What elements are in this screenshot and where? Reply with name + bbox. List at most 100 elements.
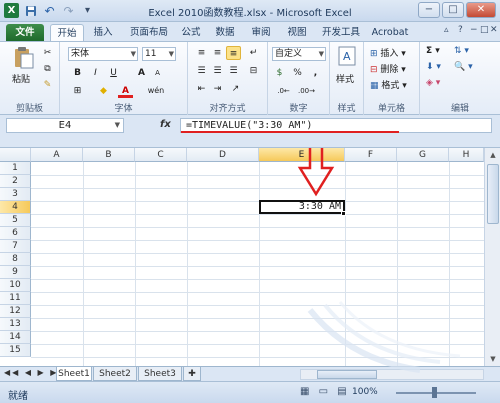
insert-sheet-icon[interactable]: ✚ bbox=[183, 367, 201, 381]
tab-file[interactable]: 文件 bbox=[6, 24, 44, 41]
row-header-1[interactable]: 1 bbox=[0, 162, 31, 175]
merge-cells-icon[interactable]: ⊟ bbox=[246, 64, 261, 78]
vertical-scrollbar[interactable]: ▲ ▼ bbox=[484, 148, 500, 366]
bold-button[interactable]: B bbox=[70, 66, 85, 80]
paste-button[interactable]: 粘贴 bbox=[12, 72, 30, 85]
scroll-down-icon[interactable]: ▼ bbox=[485, 352, 500, 366]
underline-button[interactable]: U bbox=[106, 66, 121, 80]
tab-view[interactable]: 视图 bbox=[282, 24, 312, 41]
column-header-d[interactable]: D bbox=[187, 148, 259, 162]
row-header-3[interactable]: 3 bbox=[0, 188, 31, 201]
vertical-scroll-thumb[interactable] bbox=[487, 164, 499, 224]
cut-icon[interactable]: ✂ bbox=[40, 46, 55, 60]
tab-acrobat[interactable]: Acrobat bbox=[368, 24, 412, 41]
format-cells-button[interactable]: ▦ 格式 ▾ bbox=[370, 78, 407, 91]
fill-handle[interactable] bbox=[341, 211, 346, 216]
grow-font-button[interactable]: A bbox=[134, 66, 149, 80]
active-cell-e4[interactable]: 3:30 AM bbox=[259, 200, 345, 214]
align-right-icon[interactable]: ☰ bbox=[226, 64, 241, 78]
scroll-up-icon[interactable]: ▲ bbox=[485, 148, 500, 162]
copy-icon[interactable]: ⧉ bbox=[40, 62, 55, 76]
zoom-level[interactable]: 100% bbox=[352, 387, 378, 397]
font-name-select[interactable]: 宋体 ▼ bbox=[68, 47, 138, 61]
name-box[interactable]: E4 ▼ bbox=[6, 118, 124, 133]
comma-button[interactable]: , bbox=[308, 66, 323, 80]
increase-indent-icon[interactable]: ⇥ bbox=[210, 82, 225, 96]
sheet-tab-2[interactable]: Sheet2 bbox=[93, 367, 137, 381]
row-header-5[interactable]: 5 bbox=[0, 214, 31, 227]
horizontal-scrollbar[interactable] bbox=[300, 369, 484, 380]
row-header-2[interactable]: 2 bbox=[0, 175, 31, 188]
select-all-corner[interactable] bbox=[0, 148, 31, 162]
maximize-button[interactable]: □ bbox=[442, 2, 464, 18]
tab-formulas[interactable]: 公式 bbox=[178, 24, 204, 41]
border-icon[interactable]: ⊞ bbox=[70, 84, 85, 98]
tab-insert[interactable]: 插入 bbox=[88, 24, 118, 41]
find-select-icon[interactable]: 🔍 ▾ bbox=[454, 62, 473, 72]
delete-cells-button[interactable]: ⊟ 删除 ▾ bbox=[370, 62, 406, 75]
styles-icon[interactable]: A bbox=[338, 46, 356, 69]
align-left-icon[interactable]: ☰ bbox=[194, 64, 209, 78]
row-header-13[interactable]: 13 bbox=[0, 318, 31, 331]
help-icon[interactable]: ▵ bbox=[444, 25, 449, 35]
insert-cells-button[interactable]: ⊞ 插入 ▾ bbox=[370, 46, 406, 59]
row-header-15[interactable]: 15 bbox=[0, 344, 31, 357]
workbook-restore-icon[interactable]: □ bbox=[480, 25, 489, 35]
currency-button[interactable]: $ bbox=[272, 66, 287, 80]
row-header-14[interactable]: 14 bbox=[0, 331, 31, 344]
row-header-4[interactable]: 4 bbox=[0, 201, 31, 214]
column-header-g[interactable]: G bbox=[397, 148, 449, 162]
autosum-button[interactable]: Σ ▾ bbox=[426, 46, 440, 56]
format-painter-icon[interactable]: ✎ bbox=[40, 78, 55, 92]
horizontal-scroll-thumb[interactable] bbox=[317, 370, 377, 379]
row-header-7[interactable]: 7 bbox=[0, 240, 31, 253]
column-header-b[interactable]: B bbox=[83, 148, 135, 162]
decrease-indent-icon[interactable]: ⇤ bbox=[194, 82, 209, 96]
sheet-tab-3[interactable]: Sheet3 bbox=[138, 367, 182, 381]
tab-home[interactable]: 开始 bbox=[50, 24, 84, 41]
view-buttons-icon[interactable]: ▦ ▭ ▤ bbox=[300, 386, 350, 397]
orientation-icon[interactable]: ↗ bbox=[228, 82, 243, 96]
workbook-minimize-icon[interactable]: − bbox=[470, 25, 478, 35]
align-middle-icon[interactable]: ≡ bbox=[210, 46, 225, 60]
row-header-12[interactable]: 12 bbox=[0, 305, 31, 318]
align-center-icon[interactable]: ☰ bbox=[210, 64, 225, 78]
align-top-icon[interactable]: ≡ bbox=[194, 46, 209, 60]
fill-color-icon[interactable]: ◆ bbox=[96, 84, 111, 98]
tab-review[interactable]: 审阅 bbox=[246, 24, 276, 41]
row-header-11[interactable]: 11 bbox=[0, 292, 31, 305]
sort-filter-icon[interactable]: ⇅ ▾ bbox=[454, 46, 469, 56]
align-bottom-icon[interactable]: ≡ bbox=[226, 46, 241, 60]
sheet-tab-1[interactable]: Sheet1 bbox=[56, 367, 92, 381]
column-header-c[interactable]: C bbox=[135, 148, 187, 162]
italic-button[interactable]: I bbox=[88, 66, 103, 80]
insert-function-icon[interactable]: fx bbox=[160, 119, 171, 130]
phonetic-button[interactable]: wén bbox=[144, 84, 168, 98]
font-color-button[interactable]: A bbox=[118, 84, 133, 98]
row-header-8[interactable]: 8 bbox=[0, 253, 31, 266]
workbook-close-icon[interactable]: ✕ bbox=[490, 25, 498, 35]
column-header-f[interactable]: F bbox=[345, 148, 397, 162]
decrease-decimal-icon[interactable]: .00→ bbox=[298, 84, 315, 98]
increase-decimal-icon[interactable]: .0← bbox=[276, 84, 291, 98]
tab-developer[interactable]: 开发工具 bbox=[316, 24, 366, 41]
minimize-button[interactable]: − bbox=[418, 2, 440, 18]
zoom-slider-knob[interactable] bbox=[432, 387, 437, 398]
tab-data[interactable]: 数据 bbox=[210, 24, 240, 41]
close-button[interactable]: ✕ bbox=[466, 2, 496, 18]
number-format-select[interactable]: 自定义 ▼ bbox=[272, 47, 326, 61]
font-size-select[interactable]: 11 ▼ bbox=[142, 47, 176, 61]
column-header-a[interactable]: A bbox=[31, 148, 83, 162]
tab-page-layout[interactable]: 页面布局 bbox=[124, 24, 174, 41]
paste-icon[interactable] bbox=[12, 46, 36, 73]
percent-button[interactable]: % bbox=[290, 66, 305, 80]
column-header-h[interactable]: H bbox=[449, 148, 484, 162]
shrink-font-button[interactable]: A bbox=[150, 66, 165, 80]
fill-icon[interactable]: ⬇ ▾ bbox=[426, 62, 441, 72]
row-header-9[interactable]: 9 bbox=[0, 266, 31, 279]
wrap-text-icon[interactable]: ↵ bbox=[246, 46, 261, 60]
clear-icon[interactable]: ◈ ▾ bbox=[426, 78, 440, 88]
styles-button[interactable]: 样式 bbox=[336, 72, 354, 85]
row-header-10[interactable]: 10 bbox=[0, 279, 31, 292]
row-header-6[interactable]: 6 bbox=[0, 227, 31, 240]
